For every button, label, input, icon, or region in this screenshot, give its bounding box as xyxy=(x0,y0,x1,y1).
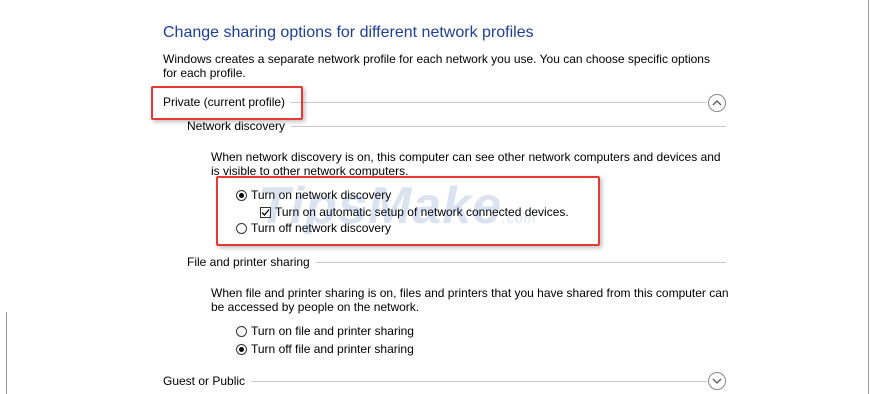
radio-selected-icon xyxy=(236,343,247,355)
file-printer-sharing-text: When file and printer sharing is on, fil… xyxy=(211,286,729,314)
chevron-up-icon xyxy=(712,100,722,106)
radio-unselected-icon xyxy=(236,325,247,337)
guest-public-header[interactable]: Guest or Public xyxy=(163,374,252,388)
guest-public-expander-button[interactable] xyxy=(708,372,726,390)
page-title: Change sharing options for different net… xyxy=(163,24,534,41)
file-printer-on-radio[interactable]: Turn on file and printer sharing xyxy=(236,324,414,338)
page-description: Windows creates a separate network profi… xyxy=(163,52,710,80)
network-discovery-text: When network discovery is on, this compu… xyxy=(211,150,721,178)
chevron-down-icon xyxy=(712,378,722,384)
window-border-left xyxy=(6,312,7,394)
window-border-right xyxy=(868,0,869,394)
private-expander-button[interactable] xyxy=(708,94,726,112)
file-printer-sharing-header: File and printer sharing xyxy=(187,255,316,269)
file-printer-off-label: Turn off file and printer sharing xyxy=(251,342,414,356)
file-printer-on-label: Turn on file and printer sharing xyxy=(251,324,414,338)
file-printer-off-radio[interactable]: Turn off file and printer sharing xyxy=(236,342,414,356)
highlight-private-profile xyxy=(151,86,303,120)
network-discovery-header: Network discovery xyxy=(187,119,292,133)
highlight-network-discovery-options xyxy=(216,176,600,246)
